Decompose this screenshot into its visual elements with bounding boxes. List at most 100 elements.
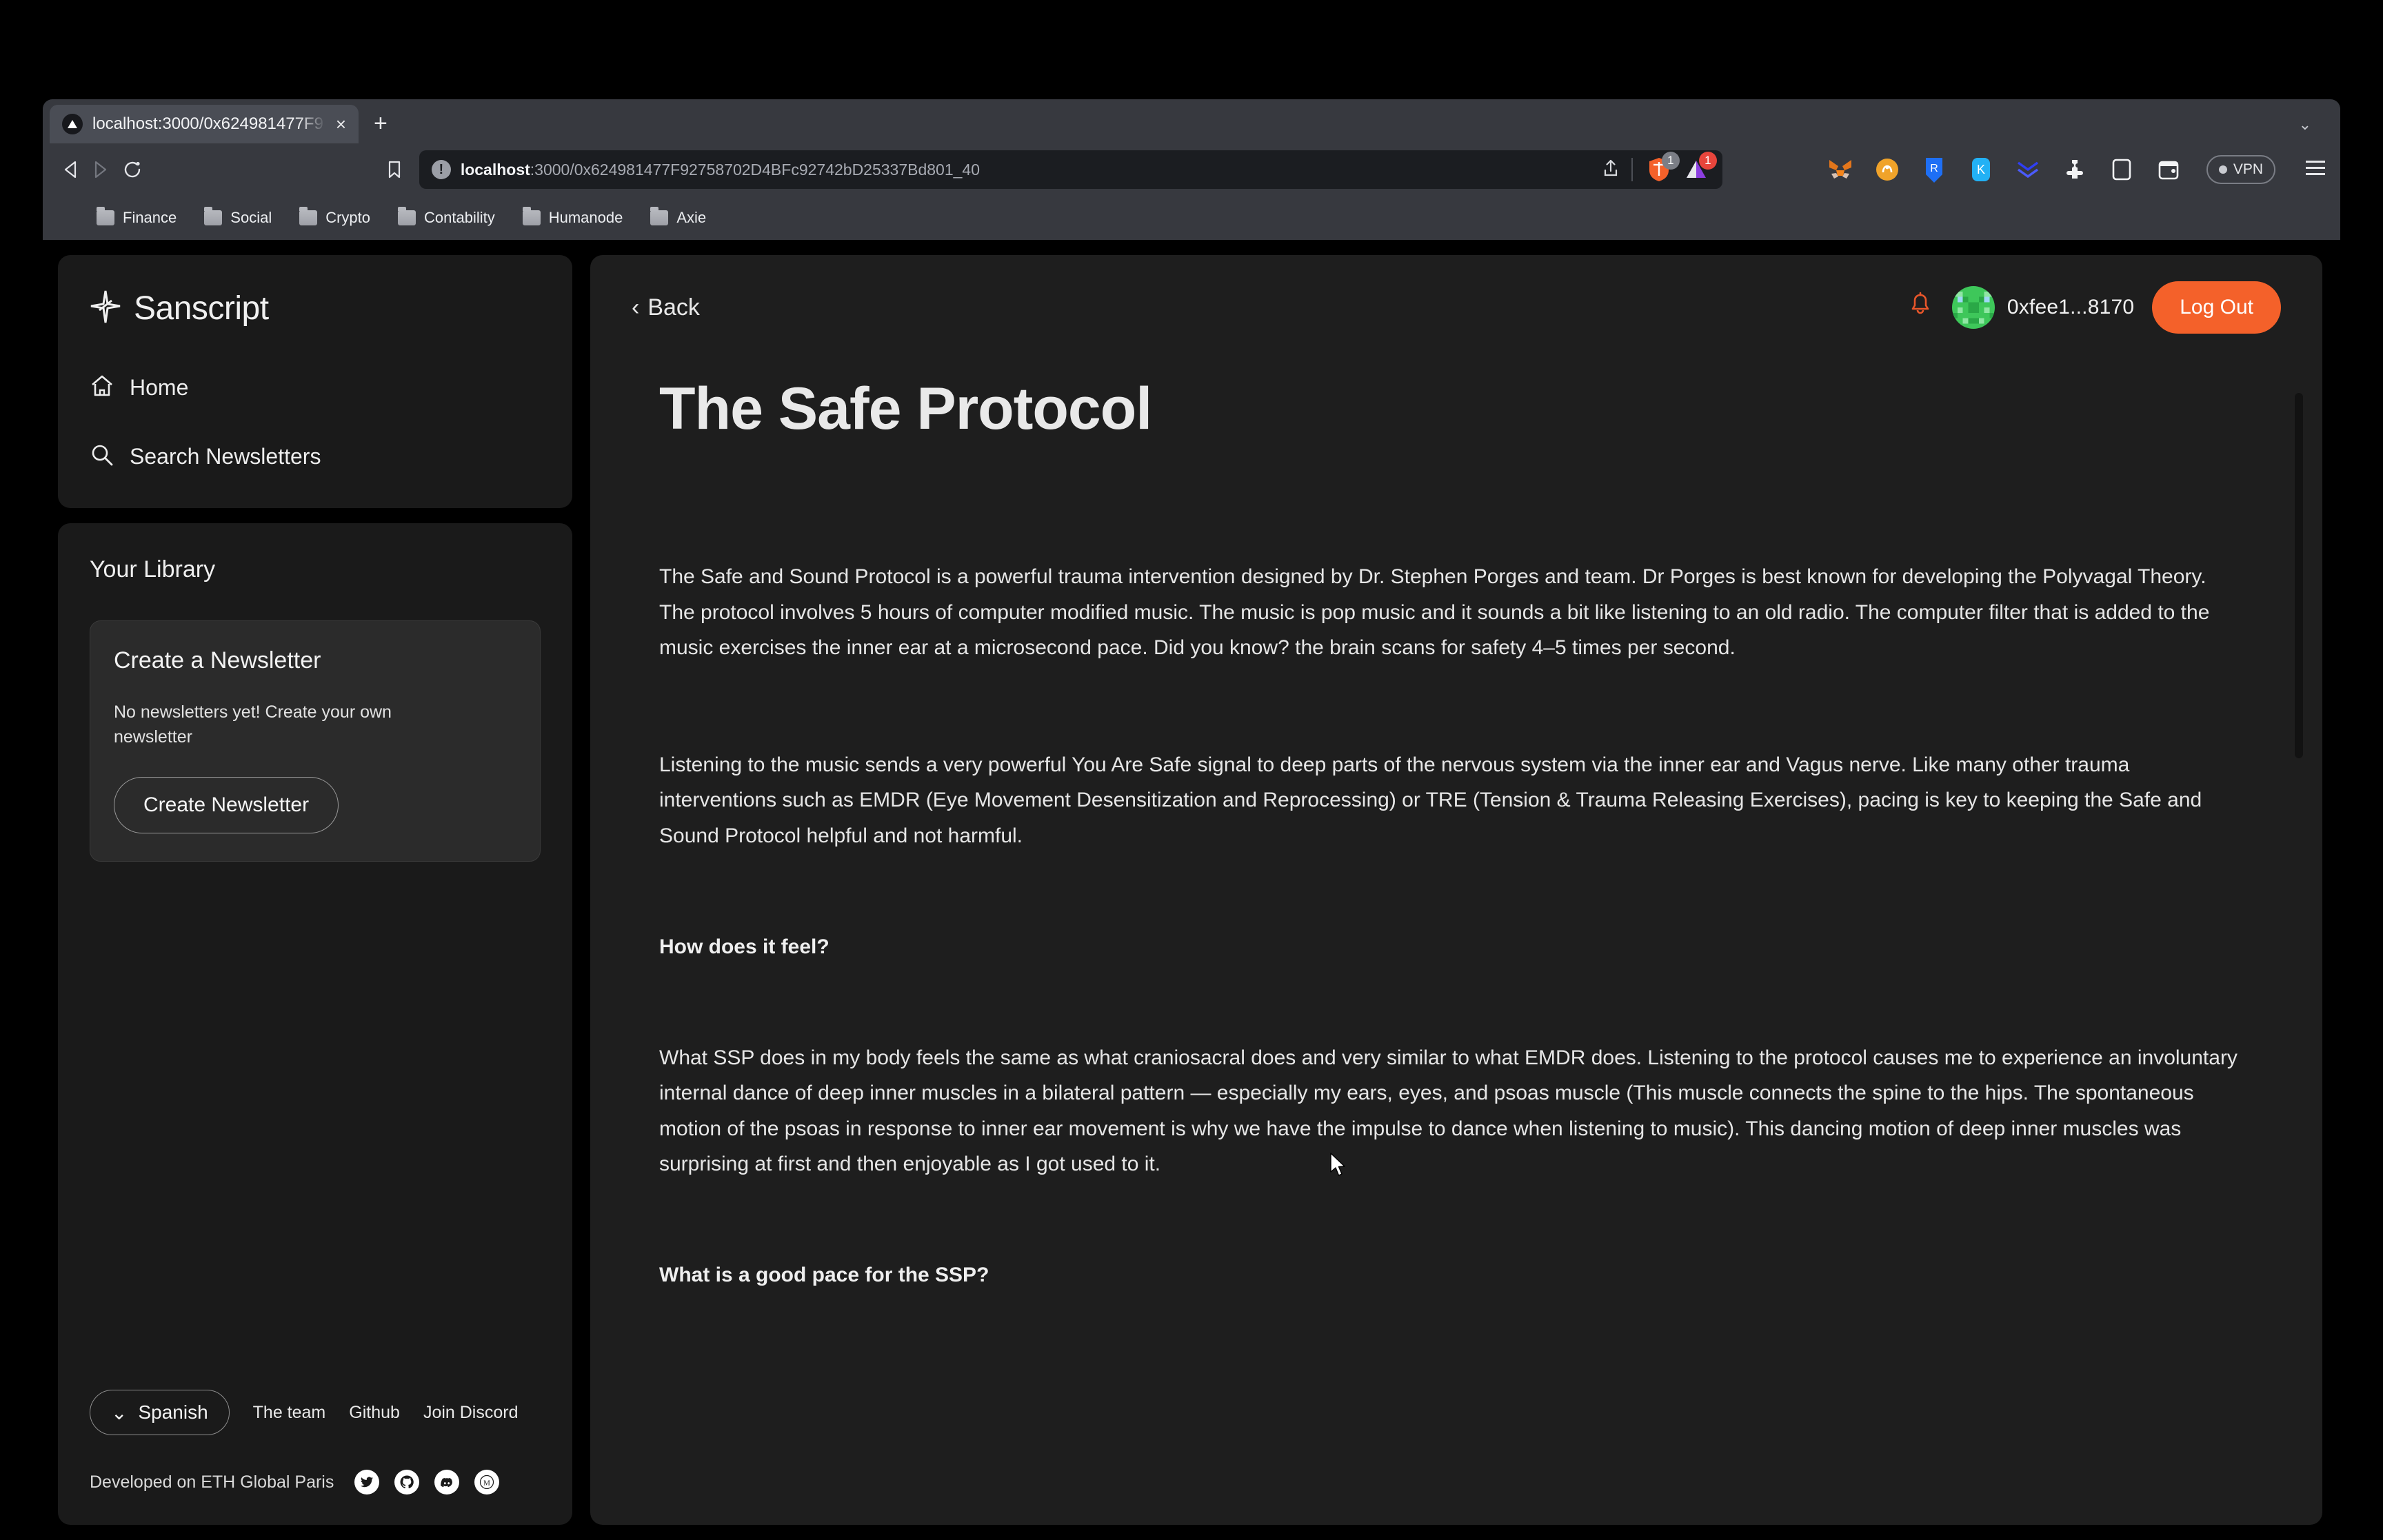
social-links: M <box>354 1470 500 1495</box>
forward-button[interactable] <box>86 151 113 188</box>
metamask-icon[interactable] <box>1826 155 1855 184</box>
bookmark-icon[interactable] <box>381 151 408 188</box>
sidebar-panel-icon[interactable] <box>2107 155 2136 184</box>
vpn-status-dot <box>2218 165 2227 174</box>
bookmark-label: Contability <box>424 209 495 226</box>
footer-credit-text: Developed on ETH Global Paris <box>90 1472 334 1492</box>
rabby-icon[interactable]: R <box>1920 155 1949 184</box>
phantom-icon[interactable] <box>1873 155 1902 184</box>
reload-icon[interactable] <box>119 151 146 188</box>
extension-tray: R K VPN <box>1826 155 2325 184</box>
folder-icon <box>398 207 416 225</box>
bookmark-crypto[interactable]: Crypto <box>299 207 370 227</box>
site-info-icon[interactable]: ! <box>431 160 451 179</box>
search-icon <box>90 443 114 471</box>
folder-icon <box>522 207 541 225</box>
main-content: ‹ Back 0xfee1...8170 Log Out The Safe Pr… <box>590 255 2322 1525</box>
content-header: ‹ Back 0xfee1...8170 Log Out <box>590 255 2322 334</box>
bookmark-social[interactable]: Social <box>204 207 272 227</box>
navigation-bar: ! localhost:3000/0x624981477F92758702D4B… <box>43 143 2340 196</box>
brand[interactable]: Sanscript <box>90 290 541 327</box>
page-title: The Safe Protocol <box>659 376 1152 442</box>
svg-text:M: M <box>483 1479 490 1488</box>
bookmark-label: Humanode <box>548 209 623 226</box>
wallet-address: 0xfee1...8170 <box>2007 296 2135 318</box>
medium-icon[interactable]: M <box>474 1470 500 1495</box>
browser-window: localhost:3000/0x624981477F9 × + ⌄ ! loc… <box>43 99 2340 240</box>
extension-alert-icon[interactable]: 1 <box>1682 152 1717 183</box>
brave-shields-icon[interactable]: 1 <box>1645 152 1680 183</box>
footer-link-join-discord[interactable]: Join Discord <box>423 1403 519 1423</box>
vpn-label: VPN <box>2233 161 2263 177</box>
sidebar-item-label: Search Newsletters <box>130 443 321 469</box>
github-icon[interactable] <box>394 1470 420 1495</box>
footer-links-row: ⌄ Spanish The team Github Join Discord <box>90 1390 541 1435</box>
header-right: 0xfee1...8170 Log Out <box>1907 281 2281 334</box>
brave-triangle-icon <box>62 114 83 134</box>
notification-bell-icon[interactable] <box>1907 292 1934 324</box>
shields-count-badge: 1 <box>1661 152 1680 170</box>
article-paragraph: Listening to the music sends a very powe… <box>659 753 2202 847</box>
discord-icon[interactable] <box>434 1470 460 1495</box>
close-icon[interactable]: × <box>336 115 346 133</box>
scrollbar-thumb[interactable] <box>2295 393 2303 758</box>
logout-button[interactable]: Log Out <box>2152 281 2281 334</box>
sidebar-nav-card: Sanscript Home Search Newsletters <box>58 255 572 508</box>
create-newsletter-button[interactable]: Create Newsletter <box>114 777 339 833</box>
sidebar-library-card: Your Library Create a Newsletter No news… <box>58 523 572 1525</box>
scrollbar-track[interactable] <box>2295 393 2303 1468</box>
tab-strip: localhost:3000/0x624981477F9 × + ⌄ <box>43 99 2340 143</box>
article: The Safe Protocol The Safe and Sound Pro… <box>590 331 2322 1525</box>
svg-text:R: R <box>1930 163 1938 174</box>
url-host: localhost <box>460 160 530 179</box>
keplr-icon[interactable]: K <box>1967 155 1995 184</box>
vpn-button[interactable]: VPN <box>2206 155 2275 184</box>
bookmark-label: Axie <box>676 209 707 226</box>
url-bar[interactable]: ! localhost:3000/0x624981477F92758702D4B… <box>419 150 1722 189</box>
share-icon[interactable] <box>1602 159 1619 181</box>
create-newsletter-subtitle: No newsletters yet! Create your own news… <box>114 702 392 747</box>
bookmark-label: Crypto <box>325 209 370 226</box>
new-tab-button[interactable]: + <box>374 112 388 135</box>
library-title: Your Library <box>90 556 216 582</box>
bookmark-axie[interactable]: Axie <box>650 207 707 227</box>
folder-icon <box>299 207 318 225</box>
sidebar: Sanscript Home Search Newsletters Your L… <box>58 255 572 1525</box>
url-text: localhost:3000/0x624981477F92758702D4BFc… <box>461 161 980 179</box>
brand-name: Sanscript <box>134 290 269 327</box>
sidebar-item-search-newsletters[interactable]: Search Newsletters <box>90 435 541 478</box>
folder-icon <box>97 207 114 225</box>
twitter-icon[interactable] <box>354 1470 380 1495</box>
create-newsletter-title: Create a Newsletter <box>114 647 321 673</box>
chevron-down-icon[interactable]: ⌄ <box>2299 116 2311 134</box>
bookmarks-bar: Finance Social Crypto Contability Humano… <box>43 196 2340 240</box>
bookmark-humanode[interactable]: Humanode <box>522 207 623 227</box>
browser-tab[interactable]: localhost:3000/0x624981477F9 × <box>50 105 359 143</box>
bookmark-label: Social <box>230 209 272 226</box>
sidebar-item-home[interactable]: Home <box>90 366 541 409</box>
bookmark-finance[interactable]: Finance <box>97 207 177 227</box>
alert-count-badge: 1 <box>1698 152 1717 170</box>
app-page: Sanscript Home Search Newsletters Your L… <box>43 240 2340 1540</box>
spark-logo-icon <box>90 290 121 327</box>
language-selector[interactable]: ⌄ Spanish <box>90 1390 230 1435</box>
folder-icon <box>650 207 669 225</box>
home-icon <box>90 374 114 402</box>
footer-link-the-team[interactable]: The team <box>253 1403 326 1423</box>
vvs-icon[interactable] <box>2013 155 2042 184</box>
puzzle-extensions-icon[interactable] <box>2060 155 2089 184</box>
footer-link-github[interactable]: Github <box>349 1403 400 1423</box>
account-chip[interactable]: 0xfee1...8170 <box>1951 286 2135 329</box>
svg-text:K: K <box>1977 163 1985 176</box>
blockie-avatar <box>1951 286 1995 329</box>
bookmark-contability[interactable]: Contability <box>398 207 495 227</box>
browser-menu-icon[interactable] <box>2306 159 2325 181</box>
sidebar-item-label: Home <box>130 374 189 400</box>
folder-icon <box>204 207 223 225</box>
wallet-icon[interactable] <box>2154 155 2183 184</box>
divider <box>1631 158 1633 181</box>
back-label: Back <box>647 294 700 321</box>
back-button[interactable] <box>58 151 86 188</box>
back-button[interactable]: ‹ Back <box>632 294 700 321</box>
chevron-down-icon: ⌄ <box>111 1401 128 1424</box>
